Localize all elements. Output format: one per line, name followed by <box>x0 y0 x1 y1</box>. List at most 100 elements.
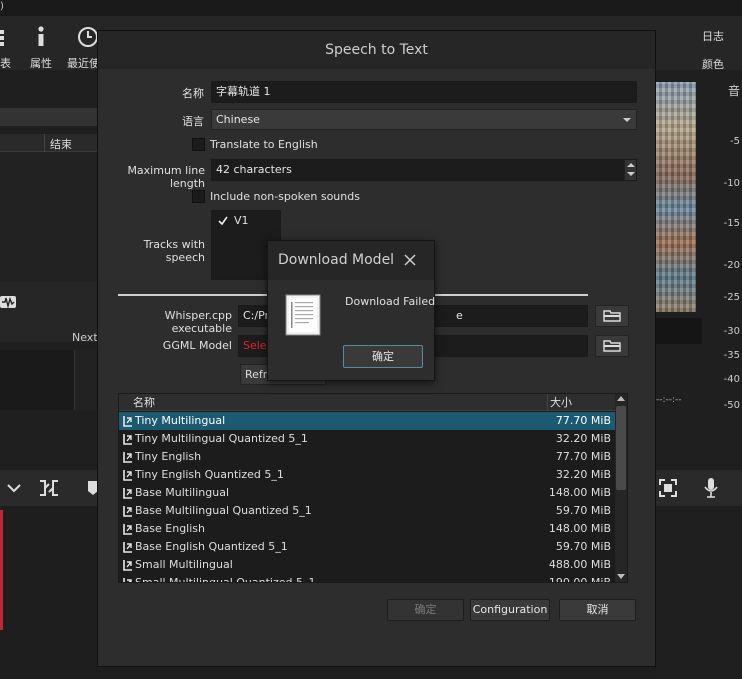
download-icon <box>123 542 132 553</box>
chevron-down-icon[interactable] <box>6 482 22 494</box>
meter-tick: -20 <box>723 260 740 271</box>
max-line-stepper[interactable] <box>624 160 636 180</box>
folder-icon <box>603 310 621 322</box>
timeline-clip[interactable] <box>0 510 3 630</box>
popup-ok-button[interactable]: 确定 <box>343 345 423 368</box>
table-row[interactable]: Tiny Multilingual Quantized 5_1 32.20 MiB <box>119 430 615 448</box>
table-row[interactable]: Base Multilingual 148.00 MiB <box>119 484 615 502</box>
spin-up-icon[interactable] <box>627 163 635 167</box>
download-model-popup: Download Model Download Failed 确定 <box>267 240 435 381</box>
scroll-down-icon[interactable] <box>617 574 625 579</box>
meter-tick: -40 <box>723 374 740 385</box>
clock-icon <box>78 27 98 47</box>
model-name: Small Multilingual <box>135 558 233 571</box>
table-row[interactable]: Base English Quantized 5_1 59.70 MiB <box>119 538 615 556</box>
model-name: Base Multilingual <box>135 486 230 499</box>
menu-bar: ) <box>0 0 742 16</box>
whisper-label: Whisper.cpp executable <box>164 309 232 335</box>
table-scrollbar[interactable] <box>615 394 627 582</box>
meter-tick: -5 <box>730 136 740 147</box>
name-input[interactable]: 字幕轨道 1 <box>211 81 637 103</box>
table-row[interactable]: Tiny Multilingual 77.70 MiB <box>119 412 615 430</box>
toolbar-log[interactable]: 日志 <box>702 28 724 44</box>
timeline-toolbar <box>0 470 98 506</box>
meter-tick: -10 <box>723 178 740 189</box>
configuration-button[interactable]: Configuration <box>470 599 550 621</box>
column-divider <box>44 134 45 152</box>
audio-meter: 音 -5 -10 -15 -20 -25 -30 -35 -40 -50 <box>716 70 742 430</box>
language-label: 语言 <box>182 115 204 128</box>
track-name: V1 <box>234 214 249 227</box>
scrollbar-thumb[interactable] <box>616 406 626 490</box>
max-line-input[interactable]: 42 characters <box>211 159 637 181</box>
spin-down-icon[interactable] <box>627 172 635 176</box>
model-name: Tiny Multilingual <box>135 414 226 427</box>
meter-tick: -15 <box>723 218 740 229</box>
left-panel-header: 结束 <box>0 134 98 152</box>
column-header-end[interactable]: 结束 <box>50 136 72 152</box>
popup-message: Download Failed <box>345 295 436 308</box>
whisper-browse-button[interactable] <box>595 305 629 327</box>
table-header-size[interactable]: 大小 <box>547 394 615 411</box>
right-panel: --:--:-- 音 -5 -10 -15 -20 -25 -30 -35 -4… <box>656 70 742 679</box>
chevron-down-icon <box>623 118 631 122</box>
model-size: 488.00 MiB <box>548 558 611 571</box>
split-icon[interactable] <box>38 479 60 497</box>
table-row[interactable]: Tiny English 77.70 MiB <box>119 448 615 466</box>
model-table: 名称 大小 Tiny Multilingual 77.70 MiB Tiny Mul… <box>118 393 628 583</box>
download-icon <box>123 578 132 582</box>
waveform-icon[interactable] <box>0 294 18 312</box>
translate-checkbox[interactable] <box>192 138 205 151</box>
meter-tick: -25 <box>723 292 740 303</box>
popup-title: Download Model <box>278 252 395 268</box>
microphone-icon[interactable] <box>704 478 718 498</box>
language-value: Chinese <box>216 113 260 126</box>
meter-tick: -35 <box>723 350 740 361</box>
download-icon <box>123 488 132 499</box>
meter-title: 音 <box>727 84 740 98</box>
table-row[interactable]: Small Multilingual Quantized 5_1 190.00 M… <box>119 574 615 582</box>
popup-titlebar: Download Model <box>268 241 434 280</box>
download-icon <box>123 452 132 463</box>
model-name: Base English <box>135 522 206 535</box>
table-row[interactable]: Base Multilingual Quantized 5_1 59.70 MiB <box>119 502 615 520</box>
folder-icon <box>603 340 621 352</box>
model-name: Tiny English Quantized 5_1 <box>135 468 284 481</box>
download-icon <box>123 506 132 517</box>
ggml-label: GGML Model <box>162 339 232 352</box>
grid-icon <box>0 30 4 46</box>
check-icon <box>218 216 228 226</box>
model-size: 59.70 MiB <box>555 504 611 517</box>
video-preview-thumbnail <box>656 82 696 312</box>
table-row[interactable]: Tiny English Quantized 5_1 32.20 MiB <box>119 466 615 484</box>
toolbar-button-properties[interactable]: 属性 <box>21 20 61 70</box>
ok-button[interactable]: 确定 <box>387 599 464 621</box>
table-header-name[interactable]: 名称 <box>119 394 547 411</box>
model-size: 148.00 MiB <box>548 522 611 535</box>
model-name: Tiny Multilingual Quantized 5_1 <box>135 432 308 445</box>
next-label[interactable]: Next <box>72 331 98 344</box>
toolbar-label-properties: 属性 <box>30 57 52 70</box>
table-row[interactable]: Base English 148.00 MiB <box>119 520 615 538</box>
left-panel: 结束 Next <box>0 70 98 679</box>
ggml-browse-button[interactable] <box>595 335 629 357</box>
model-size: 32.20 MiB <box>555 432 611 445</box>
timecode: --:--:-- <box>656 395 682 405</box>
model-size: 77.70 MiB <box>555 450 611 463</box>
scroll-up-icon[interactable] <box>617 396 625 401</box>
translate-label[interactable]: Translate to English <box>210 138 318 151</box>
fullscreen-icon[interactable] <box>659 479 677 497</box>
include-nonspoken-checkbox[interactable] <box>192 190 205 203</box>
model-size: 77.70 MiB <box>555 414 611 427</box>
language-select[interactable]: Chinese <box>211 109 637 130</box>
table-row[interactable]: Small Multilingual 488.00 MiB <box>119 556 615 574</box>
left-panel-list[interactable] <box>0 152 98 282</box>
timeline-area[interactable] <box>0 506 98 679</box>
download-icon <box>123 434 132 445</box>
include-nonspoken-label[interactable]: Include non-spoken sounds <box>210 190 360 203</box>
meter-tick: -30 <box>723 326 740 337</box>
tracks-label: Tracks with speech <box>143 238 205 264</box>
menu-fragment[interactable]: ) <box>0 1 4 12</box>
close-icon[interactable] <box>402 252 418 268</box>
cancel-button[interactable]: 取消 <box>559 599 636 621</box>
